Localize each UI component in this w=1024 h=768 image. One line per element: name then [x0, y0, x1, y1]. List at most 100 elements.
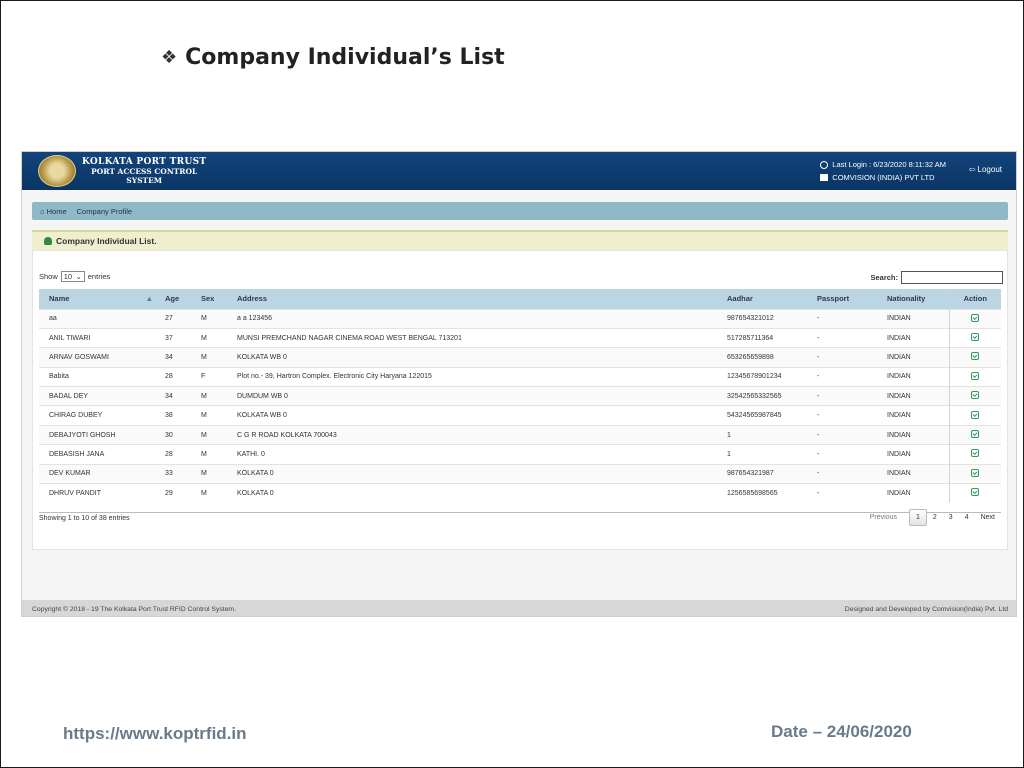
cell-name: CHIRAG DUBEY	[39, 405, 161, 426]
slide: ❖ Company Individual’s List KOLKATA PORT…	[0, 0, 1024, 768]
cell-sex: M	[197, 405, 233, 426]
cell-action	[948, 483, 1001, 503]
edit-check-icon[interactable]	[971, 449, 980, 458]
cell-aadhar: 32542565332565	[723, 386, 813, 406]
logo[interactable]: KOLKATA PORT TRUST PORT ACCESS CONTROL S…	[38, 155, 206, 187]
cell-address: KOLKATA WB 0	[233, 405, 723, 426]
page-1-button[interactable]: 1	[908, 509, 927, 526]
cell-name: Babita	[39, 366, 161, 387]
show-entries: Show 10 ⌄ entries	[39, 271, 110, 282]
cell-passport: -	[813, 366, 883, 387]
chevron-down-icon: ⌄	[75, 272, 82, 281]
cell-nationality: INDIAN	[883, 405, 949, 426]
cell-sex: M	[197, 444, 233, 465]
entries-select[interactable]: 10 ⌄	[60, 271, 85, 282]
cell-action	[948, 366, 1001, 387]
cell-action	[948, 463, 1001, 484]
next-button[interactable]: Next	[975, 510, 1001, 525]
user-icon	[44, 237, 52, 245]
cell-action	[948, 386, 1001, 406]
footer-credit: Designed and Developed by Comvision(Indi…	[844, 605, 1008, 613]
edit-check-icon[interactable]	[971, 371, 980, 380]
col-name[interactable]: Name ▲	[39, 289, 161, 309]
cell-passport: -	[813, 347, 883, 368]
cell-passport: -	[813, 463, 883, 484]
cell-aadhar: 1256585698565	[723, 483, 813, 503]
clock-icon	[820, 160, 829, 169]
col-aadhar[interactable]: Aadhar	[723, 289, 813, 309]
table-row: DEBAJYOTI GHOSH 30 M C G R ROAD KOLKATA 700…	[39, 424, 1001, 445]
page-4-button[interactable]: 4	[959, 510, 975, 525]
cell-age: 28	[161, 366, 197, 387]
cell-aadhar: 54324565987845	[723, 405, 813, 426]
cell-aadhar: 1	[723, 424, 813, 445]
edit-check-icon[interactable]	[971, 410, 980, 419]
building-icon	[820, 174, 829, 181]
edit-check-icon[interactable]	[971, 468, 980, 477]
edit-check-icon[interactable]	[971, 391, 980, 400]
cell-name: DEBAJYOTI GHOSH	[39, 424, 161, 445]
edit-check-icon[interactable]	[971, 313, 980, 322]
page-2-button[interactable]: 2	[927, 510, 943, 525]
app-screenshot: KOLKATA PORT TRUST PORT ACCESS CONTROL S…	[21, 151, 1017, 617]
breadcrumb-home-label: Home	[46, 206, 67, 216]
cell-action	[948, 308, 1001, 329]
logout-label: Logout	[977, 165, 1002, 174]
table-row: DEV KUMAR 33 M KOLKATA 0 987654321987- INDIAN	[39, 463, 1001, 484]
entries-select-value: 10	[63, 272, 73, 281]
page-3-button[interactable]: 3	[943, 510, 959, 525]
cell-address: KATHI. 0	[233, 444, 723, 465]
table-row: DHRUV PANDIT 29 M KOLKATA 0 1256585698565- IN…	[39, 483, 1001, 503]
col-passport[interactable]: Passport	[813, 289, 883, 309]
logo-line-2: PORT ACCESS CONTROL	[91, 166, 198, 176]
table-row: aa 27 Ma a 123456 987654321012- INDIAN	[39, 308, 1001, 329]
table-row: ANIL TIWARI 37 M MUNSI PREMCHAND NAGAR CINE…	[39, 327, 1001, 348]
edit-check-icon[interactable]	[971, 430, 980, 439]
cell-nationality: INDIAN	[883, 308, 949, 329]
logo-line-3: SYSTEM	[126, 175, 163, 185]
col-address[interactable]: Address	[233, 289, 723, 309]
edit-check-icon[interactable]	[971, 488, 980, 497]
cell-age: 29	[161, 483, 197, 503]
logout-button[interactable]: ⇦ Logout	[969, 165, 1002, 174]
breadcrumb-current[interactable]: Company Profile	[77, 207, 132, 216]
table-row: DEBASISH JANA 28 M KATHI. 0 1- INDIAN	[39, 444, 1001, 465]
cell-sex: M	[197, 308, 233, 329]
cell-nationality: INDIAN	[883, 386, 949, 406]
slide-url[interactable]: https://www.koptrfid.in	[63, 724, 247, 744]
edit-check-icon[interactable]	[971, 352, 980, 361]
breadcrumb-home[interactable]: ⌂ Home	[40, 207, 67, 216]
cell-passport: -	[813, 424, 883, 445]
cell-sex: M	[197, 386, 233, 406]
cell-address: C G R ROAD KOLKATA 700043	[233, 424, 723, 445]
individuals-table: Name ▲ Age Sex Address Aadhar Passport Na…	[39, 289, 1001, 503]
cell-age: 34	[161, 386, 197, 406]
cell-name: aa	[39, 308, 161, 329]
cell-nationality: INDIAN	[883, 444, 949, 465]
cell-passport: -	[813, 444, 883, 465]
cell-name: DEBASISH JANA	[39, 444, 161, 465]
cell-age: 30	[161, 424, 197, 445]
edit-check-icon[interactable]	[971, 333, 980, 342]
company-name: COMVISION (INDIA) PVT LTD	[820, 171, 946, 184]
panel-body: Show 10 ⌄ entries Search: Name ▲ Age Sex A…	[32, 250, 1008, 550]
slide-date: Date – 24/06/2020	[771, 722, 912, 741]
cell-age: 38	[161, 405, 197, 426]
cell-passport: -	[813, 386, 883, 406]
last-login-text: Last Login : 6/23/2020 8:11:32 AM	[832, 160, 946, 169]
cell-name: BADAL DEY	[39, 386, 161, 406]
cell-name: DHRUV PANDIT	[39, 483, 161, 503]
cell-sex: M	[197, 463, 233, 484]
user-info: Last Login : 6/23/2020 8:11:32 AM COMVIS…	[820, 158, 946, 184]
logo-text: KOLKATA PORT TRUST PORT ACCESS CONTROL S…	[82, 157, 206, 185]
col-sex[interactable]: Sex	[197, 289, 233, 309]
cell-aadhar: 987654321987	[723, 463, 813, 484]
previous-button[interactable]: Previous	[864, 510, 903, 525]
sort-asc-icon: ▲	[145, 294, 153, 304]
col-age[interactable]: Age	[161, 289, 197, 309]
col-nationality[interactable]: Nationality	[883, 289, 949, 309]
cell-action	[948, 347, 1001, 368]
app-footer: Copyright © 2018 - 19 The Kolkata Port T…	[22, 600, 1016, 616]
search-input[interactable]	[901, 271, 1003, 284]
cell-aadhar: 1	[723, 444, 813, 465]
